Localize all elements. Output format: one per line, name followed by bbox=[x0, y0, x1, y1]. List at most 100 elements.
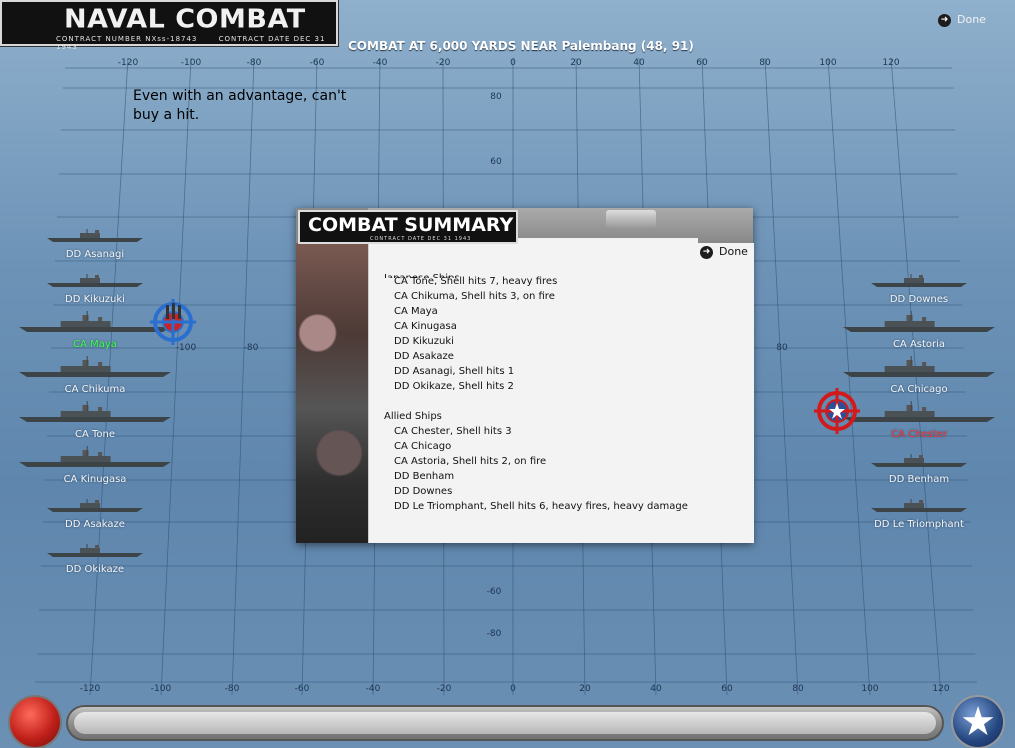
grid-label-top: 100 bbox=[819, 58, 836, 68]
grid-label-bottom: 0 bbox=[510, 684, 516, 694]
summary-title: COMBAT SUMMARY bbox=[308, 214, 514, 236]
grid-label-bottom: -80 bbox=[225, 684, 240, 694]
status-bar bbox=[66, 705, 944, 741]
summary-done-button[interactable]: ➜ Done bbox=[700, 245, 748, 259]
ship-label: DD Le Triomphant bbox=[874, 519, 964, 530]
grid-label-bottom: -60 bbox=[295, 684, 310, 694]
ship[interactable] bbox=[869, 272, 969, 288]
ship-label: CA Astoria bbox=[892, 339, 946, 350]
ship[interactable] bbox=[17, 446, 173, 468]
ship-label: CA Tone bbox=[74, 429, 116, 440]
ship[interactable] bbox=[45, 272, 145, 288]
naval-combat-plate: NAVAL COMBAT CONTRACT NUMBER NXss-18743 … bbox=[0, 0, 338, 51]
ship-label: DD Downes bbox=[889, 294, 949, 305]
combat-title: COMBAT AT 6,000 YARDS NEAR Palembang (48… bbox=[348, 39, 694, 53]
ship[interactable] bbox=[17, 356, 173, 378]
grid-label-top: 80 bbox=[759, 58, 771, 68]
ship[interactable] bbox=[45, 542, 145, 558]
ship-label: CA Maya bbox=[73, 339, 117, 350]
summary-allied-entry: CA Astoria, Shell hits 2, on fire bbox=[394, 456, 547, 467]
ship-label: CA Chikuma bbox=[64, 384, 126, 395]
grid-label-bottom: 80 bbox=[792, 684, 804, 694]
ship[interactable] bbox=[45, 497, 145, 513]
clipboard-clip bbox=[606, 210, 656, 228]
summary-japanese-entry: DD Kikuzuki bbox=[394, 336, 454, 347]
summary-allied-entry: DD Benham bbox=[394, 471, 455, 482]
grid-label-top: -40 bbox=[373, 58, 388, 68]
grid-label-bottom: -120 bbox=[80, 684, 101, 694]
summary-allied-entry: DD Downes bbox=[394, 486, 453, 497]
grid-label-top: -60 bbox=[310, 58, 325, 68]
ship[interactable] bbox=[841, 311, 997, 333]
ship-label: DD Okikaze bbox=[65, 564, 125, 575]
summary-plate: COMBAT SUMMARY CONTRACT DATE DEC 31 1943 bbox=[298, 210, 518, 244]
grid-label-bottom: -100 bbox=[151, 684, 172, 694]
grid-label-center: 60 bbox=[490, 157, 502, 167]
grid-label-top: -100 bbox=[181, 58, 202, 68]
top-done-button[interactable]: ➜ Done bbox=[938, 13, 986, 27]
star-icon[interactable]: ★ bbox=[953, 697, 1003, 747]
summary-allied-entry: CA Chester, Shell hits 3 bbox=[394, 426, 512, 437]
ship[interactable] bbox=[17, 401, 173, 423]
summary-contract: CONTRACT DATE DEC 31 1943 bbox=[370, 236, 472, 242]
arrow-right-circle-icon: ➜ bbox=[700, 245, 713, 259]
ship[interactable] bbox=[841, 356, 997, 378]
ship[interactable] bbox=[45, 227, 145, 243]
grid-label-side: -80 bbox=[244, 343, 259, 353]
grid-label-bottom: 120 bbox=[932, 684, 949, 694]
grid-label-top: 0 bbox=[510, 58, 516, 68]
grid-label-center: 80 bbox=[490, 92, 502, 102]
arrow-right-circle-icon: ➜ bbox=[938, 13, 951, 27]
grid-label-bottom: 60 bbox=[721, 684, 733, 694]
grid-label-top: 20 bbox=[570, 58, 582, 68]
status-bar-inner bbox=[74, 712, 936, 734]
ship-label: CA Kinugasa bbox=[63, 474, 127, 485]
summary-allied-entry: DD Le Triomphant, Shell hits 6, heavy fi… bbox=[394, 501, 688, 512]
grid-label-side: 80 bbox=[776, 343, 788, 353]
grid-label-top: -80 bbox=[247, 58, 262, 68]
grid-label-center: -60 bbox=[487, 587, 502, 597]
red-button-icon[interactable] bbox=[10, 697, 60, 747]
summary-japanese-entry: CA Tone, Shell hits 7, heavy fires bbox=[394, 276, 558, 287]
grid-label-bottom: 20 bbox=[579, 684, 591, 694]
summary-japanese-entry: CA Maya bbox=[394, 306, 438, 317]
grid-label-bottom: -40 bbox=[366, 684, 381, 694]
summary-japanese-entry: DD Asanagi, Shell hits 1 bbox=[394, 366, 515, 377]
grid-label-top: -20 bbox=[436, 58, 451, 68]
grid-label-center: -80 bbox=[487, 629, 502, 639]
summary-allied-entry: CA Chicago bbox=[394, 441, 452, 452]
grid-label-top: 40 bbox=[633, 58, 645, 68]
allied-header: Allied Ships bbox=[384, 411, 442, 422]
summary-japanese-entry: CA Chikuma, Shell hits 3, on fire bbox=[394, 291, 555, 302]
summary-japanese-entry: DD Okikaze, Shell hits 2 bbox=[394, 381, 514, 392]
grid-label-bottom: 40 bbox=[650, 684, 662, 694]
summary-japanese-entry: DD Asakaze bbox=[394, 351, 454, 362]
ship[interactable] bbox=[841, 401, 997, 423]
ship[interactable] bbox=[869, 497, 969, 513]
summary-japanese-entry: CA Kinugasa bbox=[394, 321, 457, 332]
combat-summary-window: COMBAT SUMMARY CONTRACT DATE DEC 31 1943… bbox=[296, 208, 754, 543]
crosshair-guns-icon bbox=[150, 299, 196, 345]
grid-label-bottom: -20 bbox=[437, 684, 452, 694]
summary-gap bbox=[384, 394, 744, 409]
grid-label-bottom: 100 bbox=[861, 684, 878, 694]
summary-done-label: Done bbox=[719, 245, 748, 258]
ship[interactable] bbox=[869, 452, 969, 468]
combat-message: Even with an advantage, can't buy a hit. bbox=[133, 88, 347, 123]
summary-list: CA Tone, Shell hits 7, heavy fires CA Chi… bbox=[384, 274, 744, 514]
crosshair-star-icon bbox=[814, 388, 860, 434]
done-label: Done bbox=[957, 13, 986, 26]
contract-info: CONTRACT NUMBER NXss-18743 CONTRACT DATE… bbox=[56, 35, 336, 51]
grid-label-top: 60 bbox=[696, 58, 708, 68]
contract-number: CONTRACT NUMBER NXss-18743 bbox=[56, 35, 198, 43]
ship-label: CA Chester bbox=[891, 429, 947, 440]
ship-label: CA Chicago bbox=[890, 384, 948, 395]
ship-label: DD Kikuzuki bbox=[65, 294, 125, 305]
grid-label-top: 120 bbox=[882, 58, 899, 68]
ship-label: DD Asakaze bbox=[65, 519, 125, 530]
ship-label: DD Benham bbox=[888, 474, 950, 485]
ship-label: DD Asanagi bbox=[65, 249, 125, 260]
game-title: NAVAL COMBAT bbox=[64, 4, 306, 35]
grid-label-top: -120 bbox=[118, 58, 139, 68]
archive-photo bbox=[296, 243, 368, 543]
